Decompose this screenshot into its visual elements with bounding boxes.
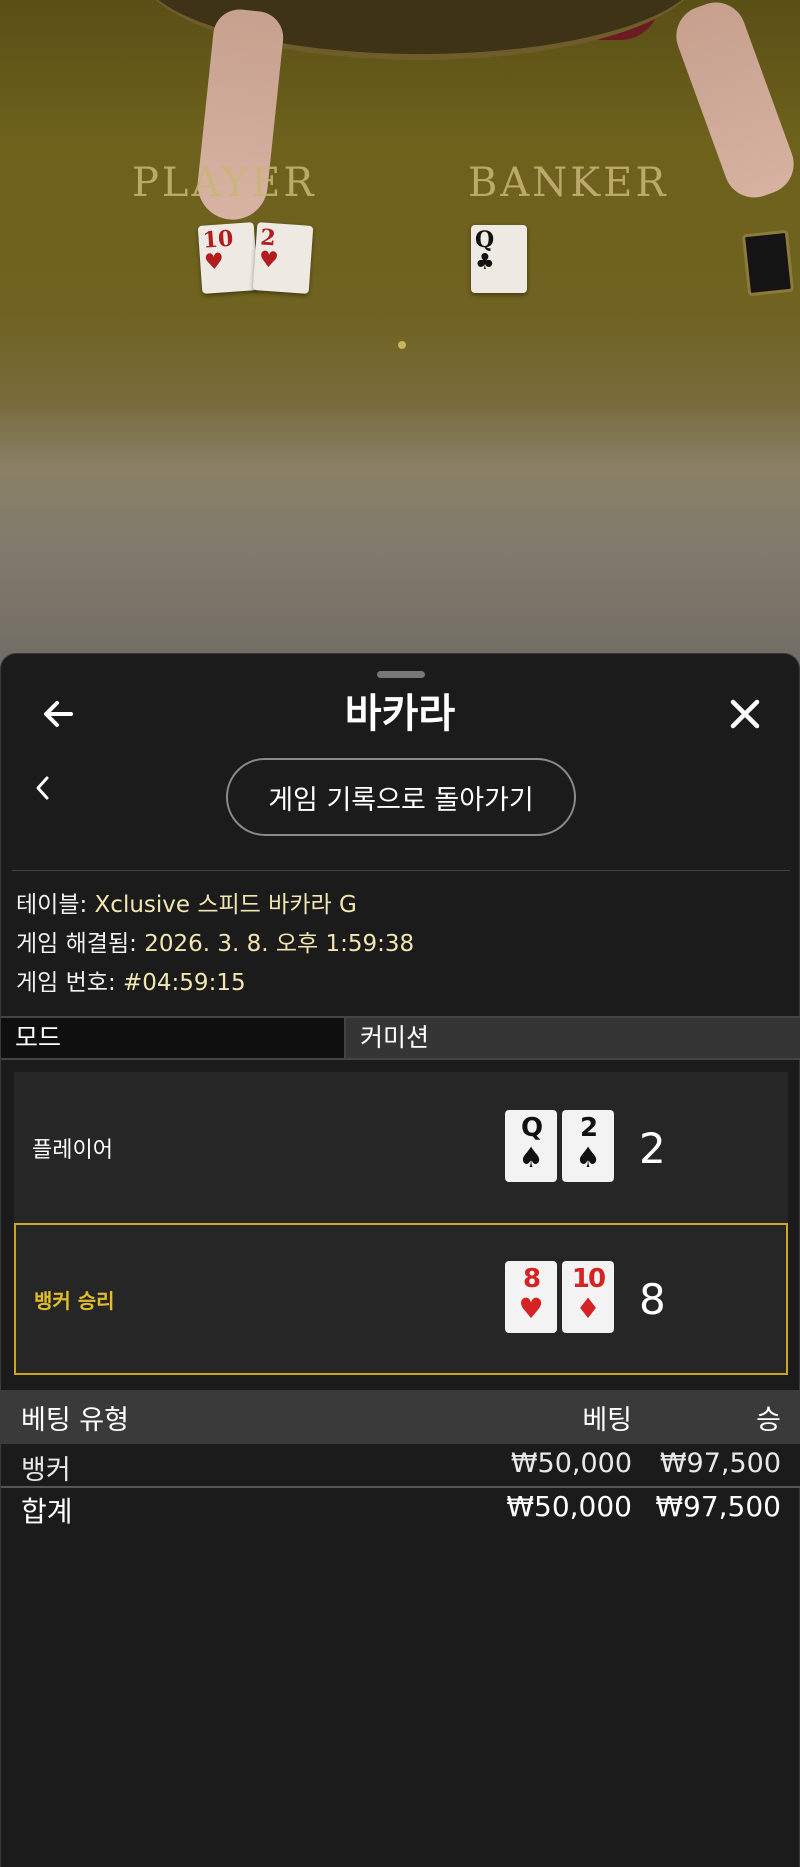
win-amount-header: 승: [756, 1405, 781, 1436]
playing-card: 2 ♠: [562, 1110, 614, 1182]
game-number-value: #04:59:15: [123, 970, 246, 996]
bet-type-header: 베팅 유형: [21, 1405, 129, 1436]
chevron-left-icon[interactable]: [29, 770, 57, 806]
bet-amount-header: 베팅: [582, 1405, 632, 1436]
table-info-line: 테이블: Xclusive 스피드 바카라 G: [16, 886, 414, 925]
table-banker-word: BANKER: [468, 160, 669, 206]
player-hand-label: 플레이어: [32, 1138, 113, 1163]
dealer-right-arm: [667, 0, 800, 206]
mode-commission-tabs: 모드 커미션: [1, 1016, 800, 1060]
playing-card: 10 ♦: [562, 1261, 614, 1333]
total-label: 합계: [21, 1495, 73, 1528]
sheet-title: 바카라: [344, 691, 456, 737]
resolved-label: 게임 해결됨:: [16, 931, 137, 957]
table-player-word: PLAYER: [132, 160, 317, 206]
total-win-amount: ₩97,500: [655, 1490, 781, 1523]
table-card: 2 ♥: [252, 222, 314, 294]
table-value: Xclusive 스피드 바카라 G: [94, 892, 357, 918]
close-icon[interactable]: [725, 694, 765, 734]
banker-total: 8: [639, 1274, 666, 1324]
game-info: 테이블: Xclusive 스피드 바카라 G 게임 해결됨: 2026. 3.…: [16, 886, 414, 1003]
player-total: 2: [639, 1123, 666, 1173]
game-number-line: 게임 번호: #04:59:15: [16, 964, 414, 1003]
tab-mode[interactable]: 모드: [1, 1018, 346, 1058]
game-detail-sheet: 바카라 게임 기록으로 돌아가기 테이블: Xclusive 스피드 바카라 G…: [0, 653, 800, 1867]
banker-hand: 뱅커 승리 8 ♥ 10 ♦ 8: [14, 1223, 788, 1375]
tab-commission[interactable]: 커미션: [346, 1018, 800, 1058]
back-to-history-button[interactable]: 게임 기록으로 돌아가기: [226, 758, 576, 836]
card-shoe: [741, 229, 795, 297]
banker-hand-label: 뱅커 승리: [34, 1288, 115, 1313]
history-nav: 게임 기록으로 돌아가기: [1, 750, 800, 836]
table-dot: [398, 341, 406, 349]
game-number-label: 게임 번호:: [16, 970, 116, 996]
resolved-info-line: 게임 해결됨: 2026. 3. 8. 오후 1:59:38: [16, 925, 414, 964]
drag-handle[interactable]: [377, 671, 425, 678]
player-hand: 플레이어 Q ♠ 2 ♠ 2: [14, 1072, 788, 1224]
live-video-background: PLAYER BANKER 10 ♥ 2 ♥ Q ♣: [0, 0, 800, 690]
table-card: 10 ♥: [197, 222, 259, 294]
divider: [12, 870, 790, 871]
bets-table-header: 베팅 유형 베팅 승: [1, 1390, 800, 1444]
table-card: Q ♣: [471, 225, 527, 293]
playing-card: Q ♠: [505, 1110, 557, 1182]
total-bet-amount: ₩50,000: [506, 1490, 632, 1523]
playing-card: 8 ♥: [505, 1261, 557, 1333]
table-label: 테이블:: [16, 892, 88, 918]
resolved-value: 2026. 3. 8. 오후 1:59:38: [144, 931, 415, 957]
table-row: 뱅커 ₩50,000 ₩97,500: [1, 1444, 800, 1488]
bet-type-cell: 뱅커: [21, 1455, 71, 1486]
bet-amount-cell: ₩50,000: [510, 1448, 632, 1479]
win-amount-cell: ₩97,500: [659, 1448, 781, 1479]
bets-total-row: 합계 ₩50,000 ₩97,500: [1, 1486, 800, 1530]
